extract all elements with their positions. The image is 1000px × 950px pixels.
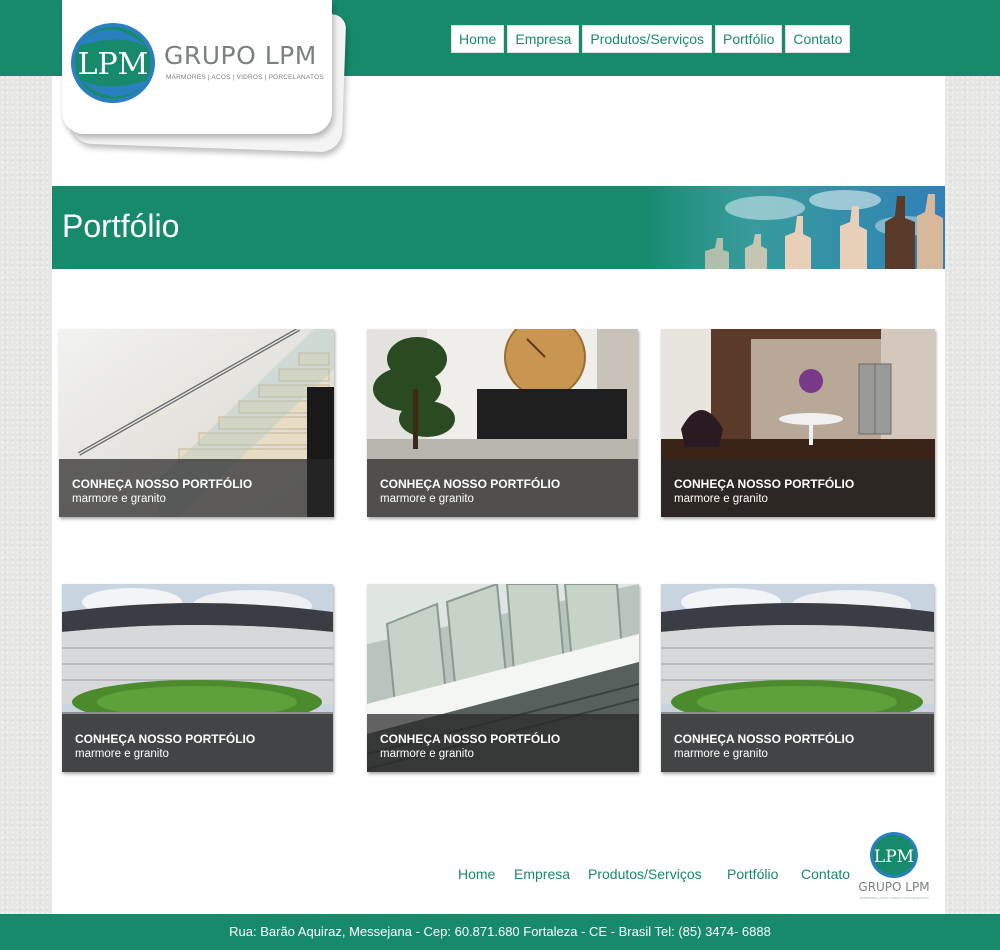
card-title: CONHEÇA NOSSO PORTFÓLIO bbox=[75, 732, 256, 746]
main-nav: Home Empresa Produtos/Serviços Portfólio… bbox=[451, 25, 851, 53]
nav-contato[interactable]: Contato bbox=[785, 25, 851, 53]
nav-empresa[interactable]: Empresa bbox=[507, 25, 580, 53]
footer-nav-empresa[interactable]: Empresa bbox=[514, 866, 570, 882]
footer-nav-home[interactable]: Home bbox=[458, 866, 495, 882]
card-subtitle: marmore e granito bbox=[380, 748, 474, 760]
lpm-logo-icon: LPM bbox=[71, 23, 155, 103]
card-title: CONHEÇA NOSSO PORTFÓLIO bbox=[674, 732, 855, 746]
card-subtitle: marmore e granito bbox=[674, 748, 768, 760]
portfolio-card[interactable]: CONHEÇA NOSSO PORTFÓLIO marmore e granit… bbox=[661, 329, 935, 517]
page-title: Portfólio bbox=[62, 208, 180, 244]
footer-logo-monogram: LPM bbox=[874, 847, 914, 867]
logo-monogram: LPM bbox=[78, 47, 149, 82]
portfolio-card[interactable]: CONHEÇA NOSSO PORTFÓLIO marmore e granit… bbox=[661, 584, 934, 772]
logo-brand-name: GRUPO LPM bbox=[164, 41, 317, 70]
footer-bar: Rua: Barão Aquiraz, Messejana - Cep: 60.… bbox=[0, 914, 1000, 950]
footer-nav-produtos-servicos[interactable]: Produtos/Serviços bbox=[588, 866, 702, 882]
footer-nav-contato[interactable]: Contato bbox=[801, 866, 850, 882]
page-banner: Portfólio bbox=[52, 186, 945, 269]
logo-tagline: MÁRMORES | ACOS | VIDROS | PORCELANATOS bbox=[166, 74, 324, 81]
card-title: CONHEÇA NOSSO PORTFÓLIO bbox=[380, 477, 561, 491]
footer-address: Rua: Barão Aquiraz, Messejana - Cep: 60.… bbox=[229, 924, 771, 939]
portfolio-card[interactable]: CONHEÇA NOSSO PORTFÓLIO marmore e granit… bbox=[367, 584, 639, 772]
footer-logo-brand-name: GRUPO LPM bbox=[858, 880, 930, 894]
card-subtitle: marmore e granito bbox=[380, 493, 474, 505]
nav-portfolio[interactable]: Portfólio bbox=[715, 25, 783, 53]
footer-logo-tagline: MÁRMORES | ACOS | VIDROS | PORCELANATOS bbox=[859, 896, 929, 900]
footer-nav-portfolio[interactable]: Portfólio bbox=[727, 866, 778, 882]
card-title: CONHEÇA NOSSO PORTFÓLIO bbox=[674, 477, 855, 491]
portfolio-card[interactable]: CONHEÇA NOSSO PORTFÓLIO marmore e granit… bbox=[367, 329, 638, 517]
card-title: CONHEÇA NOSSO PORTFÓLIO bbox=[380, 732, 561, 746]
card-subtitle: marmore e granito bbox=[75, 748, 169, 760]
card-subtitle: marmore e granito bbox=[674, 493, 768, 505]
footer-logo[interactable]: LPM GRUPO LPM MÁRMORES | ACOS | VIDROS |… bbox=[856, 830, 932, 902]
card-subtitle: marmore e granito bbox=[72, 493, 166, 505]
logo-link[interactable]: LPM GRUPO LPM MÁRMORES | ACOS | VIDROS |… bbox=[62, 0, 332, 134]
nav-produtos-servicos[interactable]: Produtos/Serviços bbox=[582, 25, 712, 53]
thumbs-up-banner-image bbox=[645, 186, 945, 269]
card-title: CONHEÇA NOSSO PORTFÓLIO bbox=[72, 477, 253, 491]
nav-home[interactable]: Home bbox=[451, 25, 505, 53]
portfolio-card[interactable]: CONHEÇA NOSSO PORTFÓLIO marmore e granit… bbox=[59, 329, 334, 517]
lpm-logo-icon: LPM bbox=[870, 832, 918, 878]
portfolio-card[interactable]: CONHEÇA NOSSO PORTFÓLIO marmore e granit… bbox=[62, 584, 333, 772]
